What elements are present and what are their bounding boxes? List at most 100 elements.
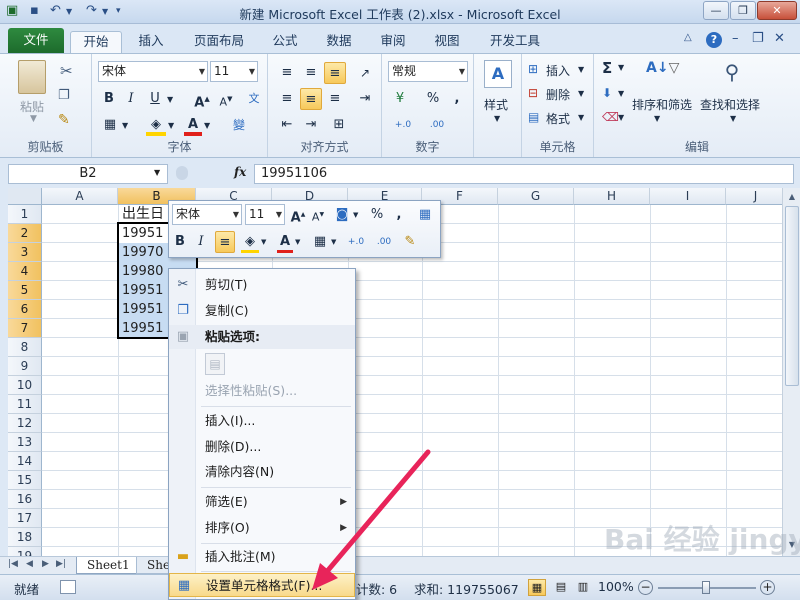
borders-dropdown-icon[interactable]: ▼ xyxy=(122,121,128,130)
row-header-17[interactable]: 17 xyxy=(8,509,42,528)
row-header-19[interactable]: 19 xyxy=(8,547,42,556)
mini-merge-icon[interactable]: ▦ xyxy=(415,204,435,226)
decrease-decimal-icon[interactable]: .00 xyxy=(422,114,452,136)
column-header-h[interactable]: H xyxy=(574,188,650,205)
name-box-dropdown-icon[interactable]: ▼ xyxy=(154,168,160,177)
menu-item-insert[interactable]: 插入(I)... xyxy=(169,409,355,433)
row-header-1[interactable]: 1 xyxy=(8,205,42,224)
column-header-j[interactable]: J xyxy=(726,188,782,205)
minimize-button[interactable]: — xyxy=(703,1,729,20)
workbook-restore-icon[interactable]: ❐ xyxy=(752,31,764,46)
sort-dropdown-icon[interactable]: ▼ xyxy=(654,114,660,123)
zoom-slider-thumb[interactable] xyxy=(702,581,710,594)
menu-item-insert-comment[interactable]: ▬ 插入批注(M) xyxy=(169,545,355,569)
tab-formulas[interactable]: 公式 xyxy=(262,31,308,53)
row-header-9[interactable]: 9 xyxy=(8,357,42,376)
mini-shrink-font-button[interactable]: A▼ xyxy=(309,204,327,226)
tab-page-layout[interactable]: 页面布局 xyxy=(184,31,254,53)
row-header-14[interactable]: 14 xyxy=(8,452,42,471)
tab-view[interactable]: 视图 xyxy=(424,31,470,53)
tab-developer[interactable]: 开发工具 xyxy=(480,31,550,53)
menu-item-sort[interactable]: 排序(O) ▶ xyxy=(169,516,355,540)
page-layout-view-icon[interactable]: ▤ xyxy=(552,579,570,596)
row-header-8[interactable]: 8 xyxy=(8,338,42,357)
format-painter-icon[interactable]: ✎ xyxy=(58,112,70,128)
row-header-16[interactable]: 16 xyxy=(8,490,42,509)
percent-button[interactable]: % xyxy=(424,88,442,110)
grow-font-button[interactable]: A▲ xyxy=(192,88,212,110)
minimize-ribbon-icon[interactable]: △ xyxy=(684,32,692,43)
italic-button[interactable]: I xyxy=(122,88,140,110)
merge-center-icon[interactable]: ⊞ xyxy=(328,114,350,136)
fill-color-dropdown-icon[interactable]: ▼ xyxy=(168,121,174,130)
phonetic-guide-icon[interactable]: 變 xyxy=(228,114,250,136)
mini-comma-button[interactable]: , xyxy=(393,204,405,226)
row-header-15[interactable]: 15 xyxy=(8,471,42,490)
decrease-indent-icon[interactable]: ⇤ xyxy=(276,114,298,136)
vertical-scrollbar[interactable]: ▲ ▼ xyxy=(782,188,800,556)
menu-item-format-cells[interactable]: ▦ 设置单元格格式(F)... xyxy=(169,573,355,597)
orientation-icon[interactable]: ↗ xyxy=(354,62,376,84)
chevron-down-icon[interactable]: ▼ xyxy=(578,65,584,74)
paste-icon[interactable] xyxy=(18,60,46,94)
fill-dropdown-icon[interactable]: ▼ xyxy=(618,89,624,98)
menu-item-delete[interactable]: 删除(D)... xyxy=(169,435,355,459)
mini-fill-color-icon[interactable]: ◈ xyxy=(241,231,259,253)
sheet-tab-sheet2[interactable]: Shee xyxy=(136,557,170,574)
tab-file[interactable]: 文件 xyxy=(8,28,64,53)
mini-font-combo[interactable]: 宋体 ▼ xyxy=(172,204,242,225)
mini-currency-dropdown-icon[interactable]: ▼ xyxy=(353,211,358,219)
clear-icon[interactable]: ⌫ xyxy=(602,110,619,124)
font-size-combo[interactable]: 11 ▼ xyxy=(210,61,258,82)
menu-item-filter[interactable]: 筛选(E) ▶ xyxy=(169,490,355,514)
mini-bold-button[interactable]: B xyxy=(172,231,188,253)
workbook-minimize-icon[interactable]: – xyxy=(732,31,739,46)
sort-filter-icon[interactable]: A↓▽ xyxy=(646,60,679,88)
mini-borders-dropdown-icon[interactable]: ▼ xyxy=(331,238,336,246)
shrink-font-button[interactable]: A▼ xyxy=(216,88,236,110)
font-color-icon[interactable]: A xyxy=(184,114,202,136)
mini-font-color-dropdown-icon[interactable]: ▼ xyxy=(295,238,300,246)
help-icon[interactable]: ? xyxy=(706,32,722,48)
menu-item-cut[interactable]: ✂ 剪切(T) xyxy=(169,273,355,297)
row-header-4[interactable]: 4 xyxy=(8,262,42,281)
mini-center-align-button[interactable]: ≡ xyxy=(215,231,235,253)
mini-grow-font-button[interactable]: A▲ xyxy=(289,204,307,226)
row-header-12[interactable]: 12 xyxy=(8,414,42,433)
row-header-10[interactable]: 10 xyxy=(8,376,42,395)
prev-sheet-icon[interactable]: ◀ xyxy=(26,559,33,569)
zoom-out-icon[interactable]: − xyxy=(638,580,653,595)
mini-increase-decimal-icon[interactable]: +.0 xyxy=(343,231,369,253)
mini-italic-button[interactable]: I xyxy=(193,231,209,253)
menu-item-copy[interactable]: ❐ 复制(C) xyxy=(169,299,355,323)
borders-icon[interactable]: ▦ xyxy=(100,114,120,136)
mini-size-combo[interactable]: 11 ▼ xyxy=(245,204,285,225)
cut-icon[interactable]: ✂ xyxy=(60,62,73,80)
paste-option-icon[interactable]: ▤ xyxy=(205,353,225,375)
last-sheet-icon[interactable]: ▶| xyxy=(56,559,66,569)
mini-fill-dropdown-icon[interactable]: ▼ xyxy=(261,238,266,246)
autosum-dropdown-icon[interactable]: ▼ xyxy=(618,63,624,72)
page-break-view-icon[interactable]: ▥ xyxy=(574,579,592,596)
zoom-level[interactable]: 100% xyxy=(598,579,634,594)
row-header-7[interactable]: 7 xyxy=(8,319,42,338)
column-header-g[interactable]: G xyxy=(498,188,574,205)
underline-button[interactable]: U xyxy=(146,88,164,110)
copy-icon[interactable]: ❐ xyxy=(58,88,70,103)
restore-button[interactable]: ❐ xyxy=(730,1,756,20)
autosum-button[interactable]: Σ xyxy=(602,59,612,77)
next-sheet-icon[interactable]: ▶ xyxy=(42,559,49,569)
format-cells-ribbon-button[interactable]: 格式 xyxy=(546,110,570,127)
mini-decrease-decimal-icon[interactable]: .00 xyxy=(371,231,397,253)
close-button[interactable]: ✕ xyxy=(757,1,797,20)
select-all-corner[interactable] xyxy=(8,188,42,205)
tab-data[interactable]: 数据 xyxy=(316,31,362,53)
number-format-combo[interactable]: 常规 ▼ xyxy=(388,61,468,82)
font-color-dropdown-icon[interactable]: ▼ xyxy=(204,121,210,130)
column-header-i[interactable]: I xyxy=(650,188,726,205)
tab-home[interactable]: 开始 xyxy=(70,31,122,53)
clear-dropdown-icon[interactable]: ▼ xyxy=(618,113,624,122)
currency-icon[interactable]: ¥ xyxy=(388,88,412,110)
first-sheet-icon[interactable]: |◀ xyxy=(8,559,18,569)
find-binoculars-icon[interactable]: ⚲ xyxy=(718,60,746,88)
